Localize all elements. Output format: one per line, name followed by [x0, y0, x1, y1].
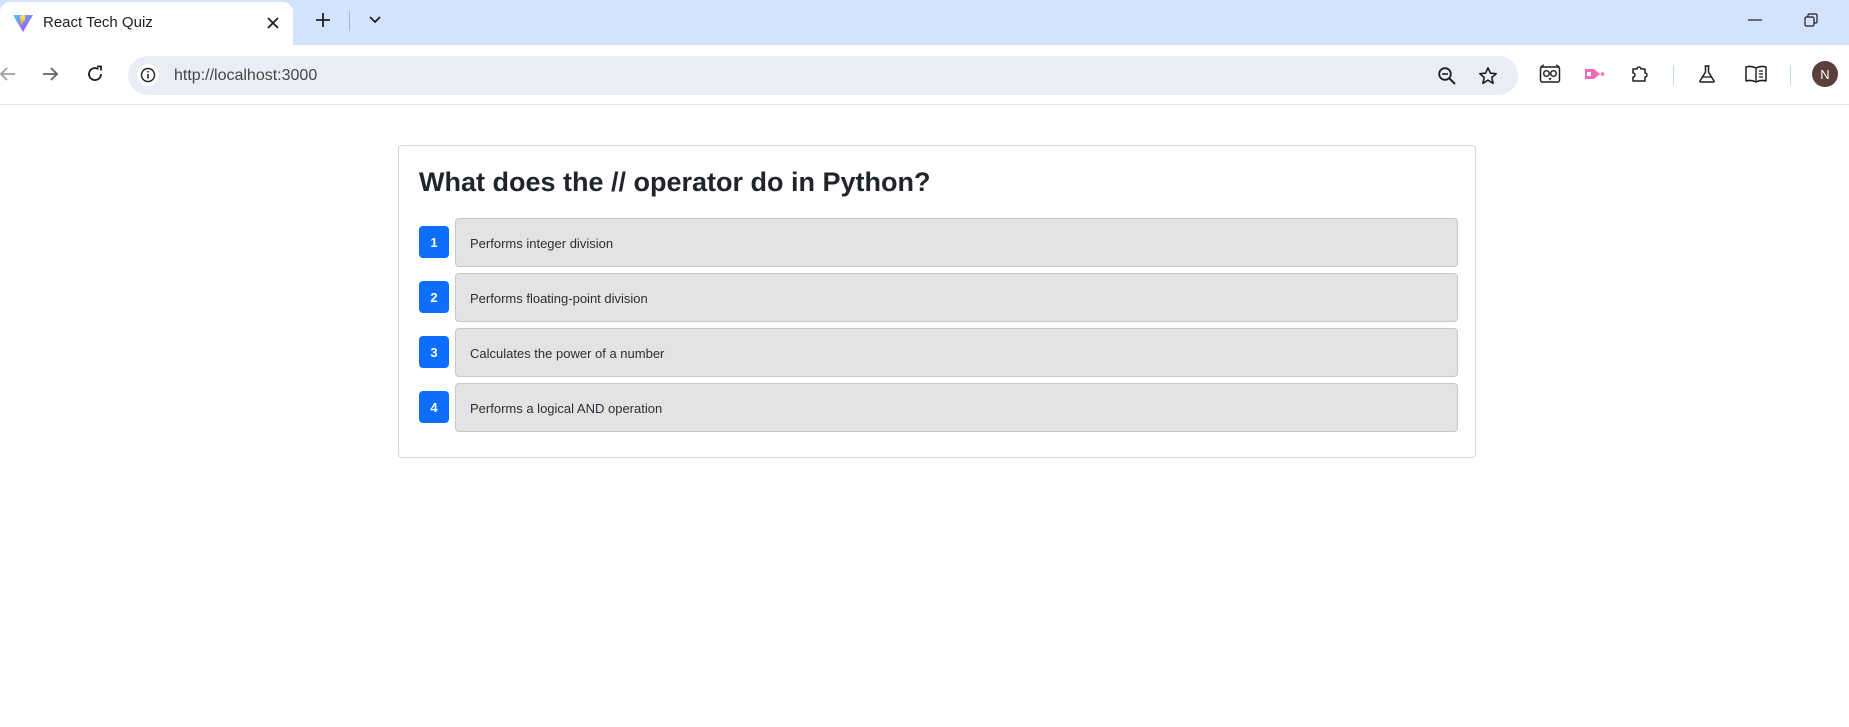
star-icon[interactable]	[1476, 64, 1500, 88]
quiz-card: What does the // operator do in Python? …	[398, 145, 1476, 458]
answer-option[interactable]: 1 Performs integer division	[419, 218, 1458, 267]
plus-icon[interactable]	[309, 6, 337, 34]
answer-button[interactable]: Performs a logical AND operation	[455, 383, 1458, 432]
answer-text: Performs a logical AND operation	[470, 401, 663, 416]
zoom-out-icon[interactable]	[1435, 64, 1459, 88]
tab-strip: React Tech Quiz	[0, 0, 1849, 45]
browser-tab[interactable]: React Tech Quiz	[0, 2, 293, 45]
answer-number-badge: 1	[419, 226, 449, 258]
toolbar-divider	[1673, 65, 1674, 85]
close-icon[interactable]	[260, 10, 286, 36]
flask-icon[interactable]	[1693, 60, 1721, 88]
pink-arrow-extension-icon[interactable]	[1580, 60, 1608, 88]
avatar[interactable]: N	[1812, 61, 1838, 87]
info-icon[interactable]	[137, 64, 159, 86]
answer-button[interactable]: Performs integer division	[455, 218, 1458, 267]
browser-toolbar: http://localhost:3000 N	[0, 45, 1849, 105]
toolbar-divider	[1790, 65, 1791, 85]
answer-text: Performs integer division	[470, 236, 614, 251]
owl-extension-icon[interactable]	[1536, 60, 1564, 88]
answer-number-badge: 2	[419, 281, 449, 313]
forward-arrow-icon[interactable]	[36, 60, 64, 88]
minimize-icon[interactable]	[1735, 6, 1775, 34]
vite-icon	[12, 13, 34, 33]
reload-icon[interactable]	[81, 60, 109, 88]
answer-text: Performs floating-point division	[470, 291, 648, 306]
question-text: What does the // operator do in Python?	[419, 167, 931, 197]
answer-text: Calculates the power of a number	[470, 346, 665, 361]
answer-number-badge: 4	[419, 391, 449, 423]
answer-button[interactable]: Performs floating-point division	[455, 273, 1458, 322]
puzzle-icon[interactable]	[1626, 60, 1654, 88]
url-text[interactable]: http://localhost:3000	[174, 67, 317, 85]
address-bar[interactable]: http://localhost:3000	[128, 56, 1518, 95]
back-arrow-icon[interactable]	[0, 60, 22, 88]
tab-divider	[349, 11, 350, 31]
answer-option[interactable]: 3 Calculates the power of a number	[419, 328, 1458, 377]
answer-number-badge: 3	[419, 336, 449, 368]
chevron-down-icon[interactable]	[362, 7, 388, 33]
restore-icon[interactable]	[1791, 6, 1831, 34]
answer-button[interactable]: Calculates the power of a number	[455, 328, 1458, 377]
tab-title: React Tech Quiz	[43, 14, 153, 31]
reading-list-icon[interactable]	[1742, 60, 1770, 88]
answer-option[interactable]: 2 Performs floating-point division	[419, 273, 1458, 322]
answer-option[interactable]: 4 Performs a logical AND operation	[419, 383, 1458, 432]
